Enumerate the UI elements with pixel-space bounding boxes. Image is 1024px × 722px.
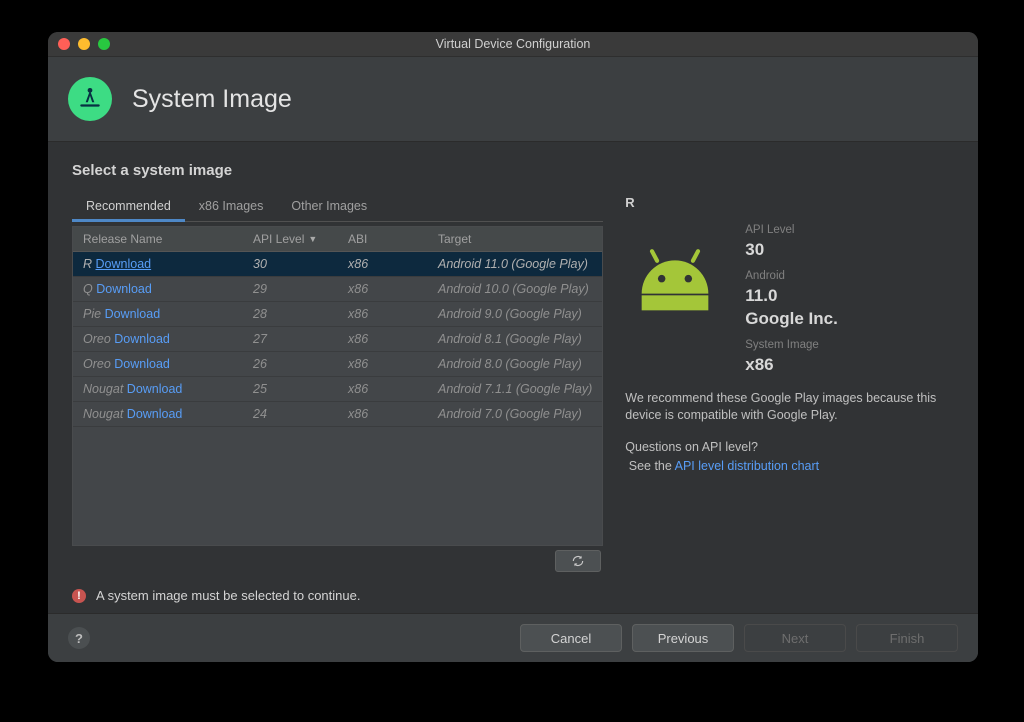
close-icon[interactable]	[58, 38, 70, 50]
refresh-button[interactable]	[555, 550, 601, 572]
release-name: Nougat	[83, 382, 123, 396]
abi-cell: x86	[338, 332, 428, 346]
target-cell: Android 7.0 (Google Play)	[428, 407, 602, 421]
api-level-cell: 24	[243, 407, 338, 421]
section-title: Select a system image	[72, 162, 954, 179]
target-cell: Android 9.0 (Google Play)	[428, 307, 602, 321]
table-row[interactable]: R Download 30x86Android 11.0 (Google Play…	[73, 252, 602, 277]
vendor-value: Google Inc.	[745, 309, 838, 329]
finish-button: Finish	[856, 624, 958, 652]
tab-recommended[interactable]: Recommended	[72, 193, 185, 221]
error-text: A system image must be selected to conti…	[96, 588, 360, 603]
image-source-tabs: Recommendedx86 ImagesOther Images	[72, 193, 603, 222]
system-image-value: x86	[745, 355, 838, 375]
cancel-button[interactable]: Cancel	[520, 624, 622, 652]
download-link[interactable]: Download	[105, 307, 161, 321]
table-body: R Download30x86Android 11.0 (Google Play…	[73, 252, 602, 545]
dialog-footer: ? Cancel Previous Next Finish	[48, 613, 978, 662]
table-row[interactable]: Oreo Download 26x86Android 8.0 (Google Pl…	[73, 352, 602, 377]
release-name: Pie	[83, 307, 101, 321]
table-row[interactable]: Nougat Download 25x86Android 7.1.1 (Googl…	[73, 377, 602, 402]
api-level-cell: 27	[243, 332, 338, 346]
table-row[interactable]: Oreo Download 27x86Android 8.1 (Google Pl…	[73, 327, 602, 352]
download-link[interactable]: Download	[96, 257, 152, 271]
col-release-name[interactable]: Release Name	[73, 232, 243, 246]
previous-button[interactable]: Previous	[632, 624, 734, 652]
maximize-icon[interactable]	[98, 38, 110, 50]
target-cell: Android 8.1 (Google Play)	[428, 332, 602, 346]
download-link[interactable]: Download	[114, 332, 170, 346]
system-image-label: System Image	[745, 339, 838, 351]
release-name: Nougat	[83, 407, 123, 421]
api-level-cell: 29	[243, 282, 338, 296]
dialog-content: Select a system image Recommendedx86 Ima…	[48, 142, 978, 613]
col-api-level[interactable]: API Level ▼	[243, 232, 338, 246]
window-controls	[58, 38, 110, 50]
titlebar: Virtual Device Configuration	[48, 32, 978, 57]
error-icon: !	[72, 589, 86, 603]
minimize-icon[interactable]	[78, 38, 90, 50]
android-label: Android	[745, 270, 838, 282]
sort-desc-icon: ▼	[308, 234, 317, 244]
help-button[interactable]: ?	[68, 627, 90, 649]
api-question: Questions on API level?	[625, 440, 954, 454]
target-cell: Android 8.0 (Google Play)	[428, 357, 602, 371]
android-robot-icon	[625, 232, 725, 332]
refresh-icon	[571, 554, 585, 568]
release-name: R	[83, 257, 92, 271]
target-cell: Android 7.1.1 (Google Play)	[428, 382, 602, 396]
system-image-table: Release Name API Level ▼ ABI Target R Do…	[72, 226, 603, 546]
recommendation-text: We recommend these Google Play images be…	[625, 390, 954, 424]
abi-cell: x86	[338, 282, 428, 296]
selected-release-name: R	[625, 195, 954, 210]
api-level-value: 30	[745, 240, 838, 260]
next-button: Next	[744, 624, 846, 652]
tab-other-images[interactable]: Other Images	[277, 193, 381, 221]
page-title: System Image	[132, 85, 292, 114]
download-link[interactable]: Download	[96, 282, 152, 296]
dialog-window: Virtual Device Configuration System Imag…	[48, 32, 978, 662]
abi-cell: x86	[338, 307, 428, 321]
download-link[interactable]: Download	[127, 382, 183, 396]
release-name: Oreo	[83, 357, 111, 371]
details-panel: R	[625, 193, 954, 603]
api-level-label: API Level	[745, 224, 838, 236]
col-abi[interactable]: ABI	[338, 232, 428, 246]
download-link[interactable]: Download	[114, 357, 170, 371]
api-distribution-link[interactable]: API level distribution chart	[675, 459, 820, 473]
image-list-panel: Recommendedx86 ImagesOther Images Releas…	[72, 193, 603, 603]
api-level-cell: 28	[243, 307, 338, 321]
abi-cell: x86	[338, 357, 428, 371]
tab-x86-images[interactable]: x86 Images	[185, 193, 278, 221]
table-row[interactable]: Q Download 29x86Android 10.0 (Google Play…	[73, 277, 602, 302]
table-row[interactable]: Pie Download 28x86Android 9.0 (Google Pla…	[73, 302, 602, 327]
abi-cell: x86	[338, 257, 428, 271]
api-level-cell: 26	[243, 357, 338, 371]
api-level-cell: 25	[243, 382, 338, 396]
window-title: Virtual Device Configuration	[48, 37, 978, 51]
dialog-header: System Image	[48, 57, 978, 142]
abi-cell: x86	[338, 407, 428, 421]
api-level-cell: 30	[243, 257, 338, 271]
validation-error: ! A system image must be selected to con…	[72, 588, 603, 603]
target-cell: Android 10.0 (Google Play)	[428, 282, 602, 296]
table-row[interactable]: Nougat Download 24x86Android 7.0 (Google …	[73, 402, 602, 427]
release-name: Q	[83, 282, 93, 296]
release-name: Oreo	[83, 332, 111, 346]
target-cell: Android 11.0 (Google Play)	[428, 257, 602, 271]
android-studio-icon	[68, 77, 112, 121]
col-target[interactable]: Target	[428, 232, 602, 246]
api-help-line: See the API level distribution chart	[625, 458, 954, 475]
table-header: Release Name API Level ▼ ABI Target	[73, 227, 602, 252]
android-version-value: 11.0	[745, 286, 838, 306]
abi-cell: x86	[338, 382, 428, 396]
download-link[interactable]: Download	[127, 407, 183, 421]
